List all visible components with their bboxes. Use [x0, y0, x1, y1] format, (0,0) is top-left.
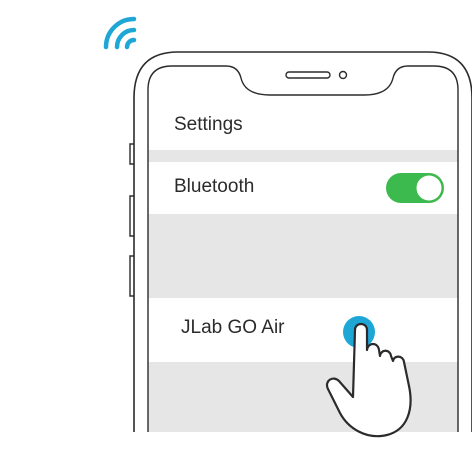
settings-title: Settings [174, 114, 243, 135]
device-jlab-go-air[interactable]: JLab GO Air [181, 317, 285, 339]
phone-illustration [103, 16, 472, 438]
phone-speaker [285, 71, 331, 79]
bluetooth-label: Bluetooth [174, 176, 255, 197]
illustration [0, 0, 472, 462]
phone-camera [338, 70, 348, 80]
wifi-signal-icon [103, 16, 137, 50]
bluetooth-toggle[interactable] [386, 173, 444, 203]
